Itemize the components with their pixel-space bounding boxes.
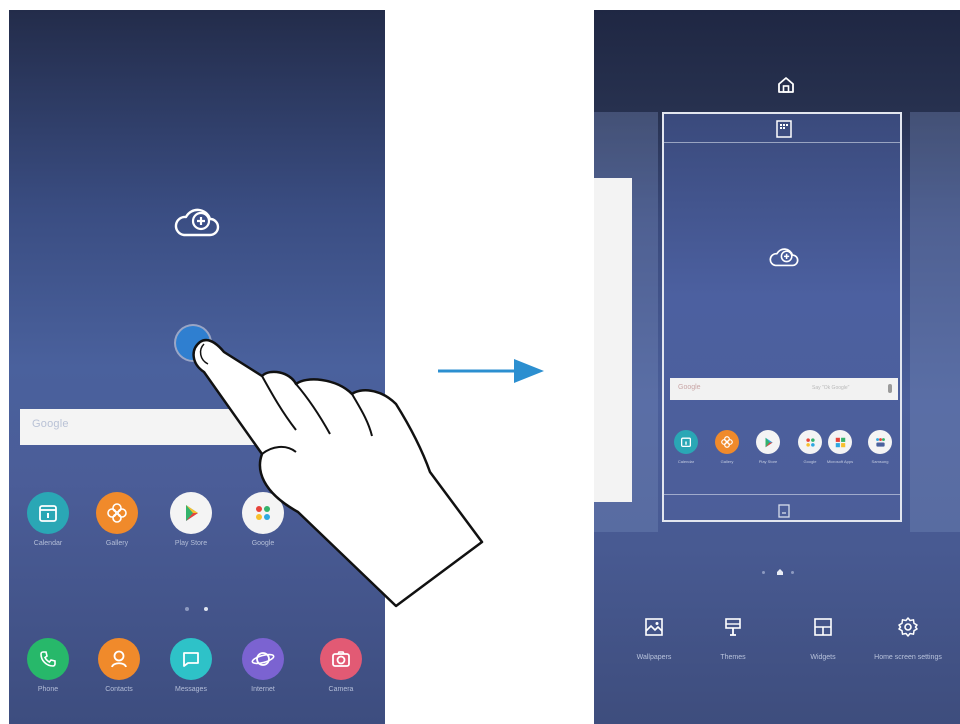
app-phone[interactable]: Phone [12, 638, 84, 693]
app-calendar[interactable]: Calendar [666, 430, 706, 464]
page-icon[interactable] [778, 504, 790, 518]
messages-icon [170, 638, 212, 680]
app-internet[interactable]: Internet [227, 638, 299, 693]
google-search-bar[interactable]: Google Say "Ok Google" [670, 378, 898, 400]
wallpapers-button[interactable]: Wallpapers [614, 616, 694, 662]
divider [664, 494, 900, 495]
next-page-panel[interactable] [910, 112, 960, 532]
home-screen-settings-button[interactable]: Home screen settings [868, 616, 948, 662]
page-indicator [760, 568, 796, 578]
wallpaper-icon [645, 618, 663, 636]
calendar-icon [27, 492, 69, 534]
google-logo: Google [678, 384, 701, 391]
app-google-folder[interactable]: Google [227, 492, 299, 547]
app-calendar[interactable]: Calendar [12, 492, 84, 547]
page-indicator [183, 604, 213, 614]
samsung-folder-icon [868, 430, 892, 454]
contacts-icon [98, 638, 140, 680]
app-contacts[interactable]: Contacts [83, 638, 155, 693]
home-screen-edit-mode: Google Say "Ok Google" Calendar Gallery … [594, 10, 960, 724]
app-microsoft-folder[interactable]: Microsoft Apps [820, 430, 860, 464]
home-icon[interactable] [775, 74, 797, 96]
home-page-preview[interactable]: Google Say "Ok Google" Calendar Gallery … [662, 112, 902, 522]
camera-icon [320, 638, 362, 680]
divider [664, 142, 900, 143]
app-play-store[interactable]: Play Store [155, 492, 227, 547]
edit-options-bar: Wallpapers Themes Widgets Home screen se… [594, 596, 960, 724]
widgets-icon [814, 618, 832, 636]
previous-page-card[interactable] [594, 178, 632, 502]
themes-icon [725, 618, 741, 636]
app-play-store[interactable]: Play Store [748, 430, 788, 464]
app-gallery[interactable]: Gallery [81, 492, 153, 547]
phone-icon [27, 638, 69, 680]
cloud-add-icon[interactable] [767, 244, 801, 270]
app-gallery[interactable]: Gallery [707, 430, 747, 464]
cloud-add-icon[interactable] [172, 202, 222, 242]
google-folder-icon [242, 492, 284, 534]
google-logo: Google [32, 418, 69, 430]
gear-icon [898, 617, 918, 637]
app-camera[interactable]: Camera [305, 638, 377, 693]
search-hint: Say "Ok Google" [812, 385, 850, 391]
app-messages[interactable]: Messages [155, 638, 227, 693]
internet-icon [242, 638, 284, 680]
play-store-icon [756, 430, 780, 454]
themes-button[interactable]: Themes [693, 616, 773, 662]
app-samsung-folder[interactable]: Samsung [860, 430, 900, 464]
calendar-icon [674, 430, 698, 454]
mic-icon[interactable] [888, 384, 892, 393]
widgets-button[interactable]: Widgets [783, 616, 863, 662]
flower-icon [715, 430, 739, 454]
google-search-bar[interactable]: Google [20, 409, 385, 445]
home-screen-before: Google Calendar Gallery Play Store Googl… [9, 10, 385, 724]
transition-arrow-icon [438, 359, 544, 383]
google-folder-icon [798, 430, 822, 454]
touch-point [176, 326, 210, 360]
apps-grid-icon[interactable] [776, 120, 792, 138]
microsoft-folder-icon [828, 430, 852, 454]
home-page-dot-icon [777, 569, 783, 575]
play-store-icon [170, 492, 212, 534]
flower-icon [96, 492, 138, 534]
